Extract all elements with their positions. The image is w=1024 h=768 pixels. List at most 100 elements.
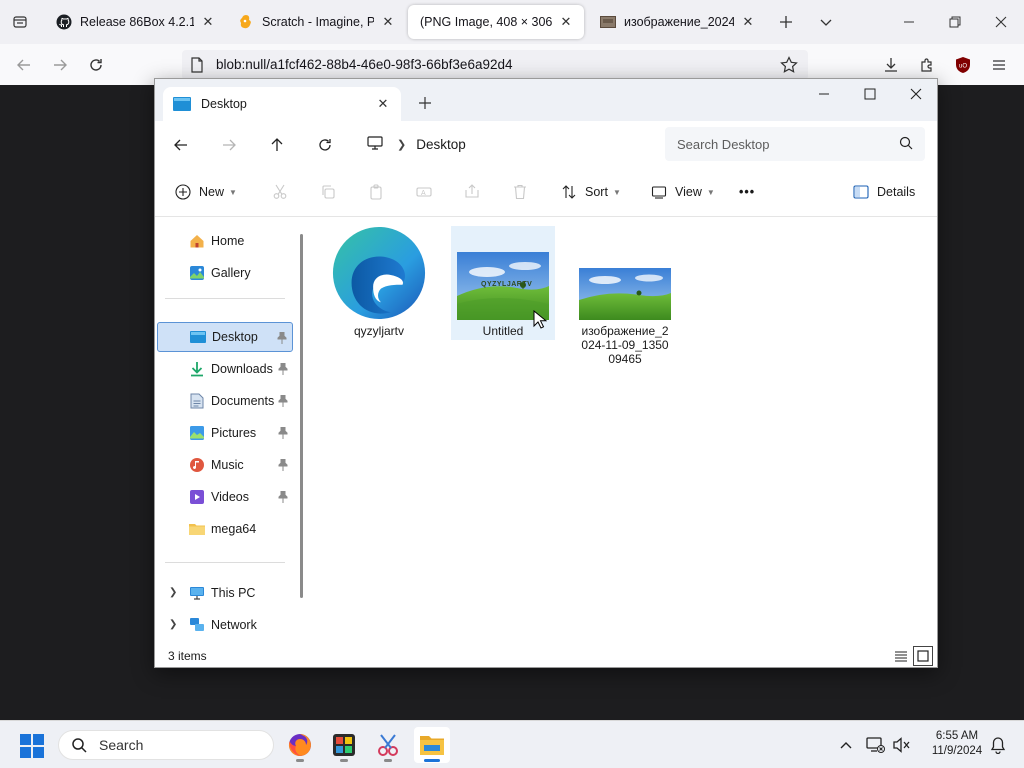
image-icon xyxy=(600,14,616,30)
nav-item-this-pc[interactable]: ❯ This PC xyxy=(157,578,293,608)
explorer-new-tab-button[interactable] xyxy=(413,91,437,115)
copy-button[interactable] xyxy=(315,179,341,205)
nav-label: Music xyxy=(211,458,244,472)
nav-item-downloads[interactable]: Downloads xyxy=(157,354,293,384)
details-pane-button[interactable]: Details xyxy=(853,177,915,207)
explorer-maximize-button[interactable] xyxy=(847,79,893,109)
nav-item-desktop[interactable]: Desktop xyxy=(157,322,293,352)
explorer-close-button[interactable] xyxy=(893,79,937,109)
tab-list-button[interactable] xyxy=(0,0,40,44)
explorer-search-box[interactable]: Search Desktop xyxy=(665,127,925,161)
browser-minimize-button[interactable] xyxy=(886,0,932,44)
url-text[interactable]: blob:null/a1fcf462-88b4-46e0-98f3-66bf3e… xyxy=(216,57,513,72)
volume-button[interactable] xyxy=(890,733,914,757)
rename-button[interactable]: A xyxy=(411,179,437,205)
browser-close-button[interactable] xyxy=(978,0,1024,44)
taskbar-snipping-tool[interactable] xyxy=(370,727,406,763)
plus-circle-icon xyxy=(175,184,191,200)
pin-icon[interactable] xyxy=(277,394,289,408)
nav-label: Desktop xyxy=(212,330,258,344)
extensions-button[interactable] xyxy=(912,50,942,80)
nav-item-music[interactable]: Music xyxy=(157,450,293,480)
bell-icon xyxy=(990,737,1006,754)
bookmark-star-icon[interactable] xyxy=(780,56,798,77)
system-clock[interactable]: 6:55 AM 11/9/2024 xyxy=(920,729,994,759)
pictures-icon xyxy=(189,425,205,441)
taskbar-86box[interactable] xyxy=(326,727,362,763)
minimize-icon xyxy=(819,93,829,95)
delete-button[interactable] xyxy=(507,179,533,205)
explorer-back-button[interactable] xyxy=(165,129,197,161)
share-button[interactable] xyxy=(459,179,485,205)
explorer-up-button[interactable] xyxy=(261,129,293,161)
start-button[interactable] xyxy=(20,734,44,758)
cut-button[interactable] xyxy=(267,179,293,205)
browser-tab-86box[interactable]: Release 86Box 4.2.1 · 86 ✕ xyxy=(44,5,226,39)
explorer-minimize-button[interactable] xyxy=(801,79,847,109)
close-tab-icon[interactable]: ✕ xyxy=(380,14,396,30)
explorer-refresh-button[interactable] xyxy=(309,129,341,161)
downloads-button[interactable] xyxy=(876,50,906,80)
search-placeholder: Search Desktop xyxy=(677,136,770,152)
nav-item-documents[interactable]: Documents xyxy=(157,386,293,416)
pin-icon[interactable] xyxy=(277,490,289,504)
close-tab-icon[interactable]: ✕ xyxy=(558,14,574,30)
nav-item-videos[interactable]: Videos xyxy=(157,482,293,512)
taskbar-file-explorer[interactable] xyxy=(414,727,450,763)
file-explorer-icon xyxy=(420,736,444,755)
close-tab-icon[interactable]: ✕ xyxy=(740,14,756,30)
app-menu-button[interactable] xyxy=(984,50,1014,80)
explorer-tab-desktop[interactable]: Desktop ✕ xyxy=(163,87,401,121)
new-tab-button[interactable] xyxy=(774,10,798,34)
nav-scrollbar[interactable] xyxy=(300,234,303,598)
view-button[interactable]: View ▼ xyxy=(651,177,715,207)
details-label: Details xyxy=(877,185,916,199)
explorer-tab-title: Desktop xyxy=(201,97,247,111)
nav-item-mega64[interactable]: mega64 xyxy=(157,514,293,544)
list-all-tabs-button[interactable] xyxy=(814,10,838,34)
desktop-folder-icon xyxy=(173,97,191,111)
forward-button[interactable] xyxy=(45,50,75,80)
chevron-down-icon: ▼ xyxy=(612,187,621,197)
large-icons-view-button[interactable] xyxy=(913,646,933,666)
browser-tab-scratch[interactable]: Scratch - Imagine, Prog ✕ xyxy=(226,5,406,39)
nav-item-gallery[interactable]: Gallery xyxy=(157,258,293,288)
chevron-right-icon[interactable]: ❯ xyxy=(169,619,177,630)
paste-button[interactable] xyxy=(363,179,389,205)
sort-button[interactable]: Sort ▼ xyxy=(561,177,621,207)
explorer-forward-button[interactable] xyxy=(213,129,245,161)
back-button[interactable] xyxy=(9,50,39,80)
file-item-izobrazhenie[interactable]: изображение_2024-11-09_135009465 xyxy=(573,226,677,372)
nav-item-network[interactable]: ❯ Network xyxy=(157,610,293,640)
close-tab-icon[interactable]: ✕ xyxy=(375,96,391,112)
notifications-button[interactable] xyxy=(986,733,1010,757)
close-tab-icon[interactable]: ✕ xyxy=(200,14,216,30)
details-view-button[interactable] xyxy=(891,646,911,666)
chevron-right-icon[interactable]: ❯ xyxy=(169,587,177,598)
nav-item-pictures[interactable]: Pictures xyxy=(157,418,293,448)
reload-button[interactable] xyxy=(81,50,111,80)
taskbar-search-box[interactable]: Search xyxy=(58,730,274,760)
mouse-cursor-icon xyxy=(533,310,547,329)
explorer-address-bar[interactable]: ❯ Desktop xyxy=(357,127,657,161)
show-hidden-icons-button[interactable] xyxy=(834,733,858,757)
pin-icon[interactable] xyxy=(277,426,289,440)
more-options-button[interactable]: ••• xyxy=(739,177,755,207)
network-status-button[interactable] xyxy=(864,733,888,757)
browser-restore-button[interactable] xyxy=(932,0,978,44)
file-item-untitled[interactable]: QYZYLJARTV Untitled xyxy=(451,226,555,340)
taskbar-firefox[interactable] xyxy=(282,727,318,763)
pin-icon[interactable] xyxy=(277,458,289,472)
file-item-qyzyljartv[interactable]: qyzyljartv xyxy=(327,226,431,338)
nav-label: Downloads xyxy=(211,362,273,376)
pin-icon[interactable] xyxy=(276,331,288,345)
chevron-right-icon[interactable]: ❯ xyxy=(397,138,406,151)
pin-icon[interactable] xyxy=(277,362,289,376)
url-bar[interactable]: blob:null/a1fcf462-88b4-46e0-98f3-66bf3e… xyxy=(182,50,808,80)
breadcrumb[interactable]: Desktop xyxy=(416,137,466,152)
browser-tab-izobrazhenie[interactable]: изображение_2024-11 ✕ xyxy=(588,5,766,39)
ublock-origin-button[interactable]: uO xyxy=(948,50,978,80)
nav-item-home[interactable]: Home xyxy=(157,226,293,256)
browser-tab-png-image[interactable]: (PNG Image, 408 × 306 pixe ✕ xyxy=(408,5,584,39)
new-button[interactable]: New ▼ xyxy=(175,177,237,207)
